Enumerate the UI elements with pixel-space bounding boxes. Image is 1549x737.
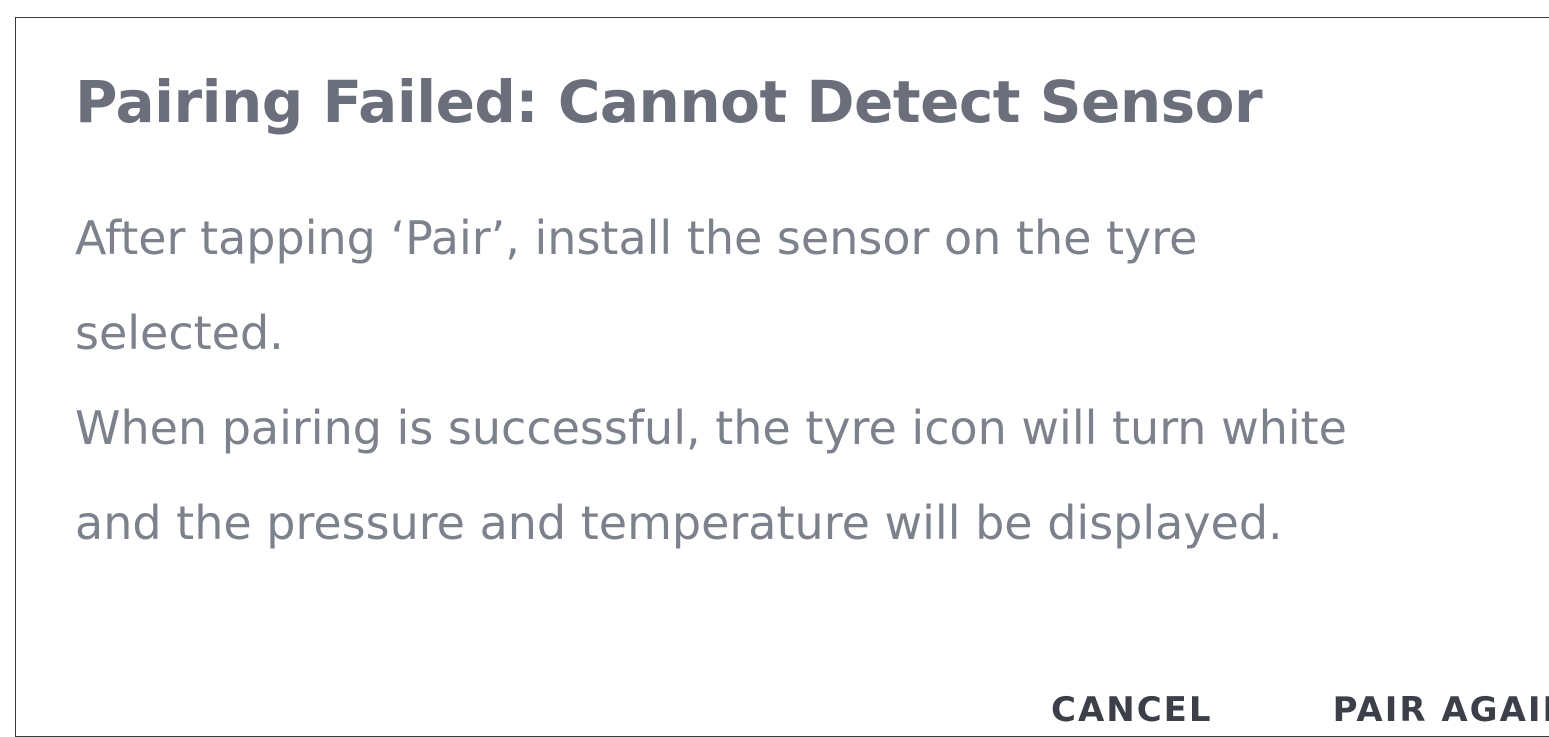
pairing-failed-dialog: Pairing Failed: Cannot Detect Sensor Aft…	[15, 17, 1549, 737]
dialog-message: After tapping ‘Pair’, install the sensor…	[75, 211, 1347, 550]
cancel-button[interactable]: CANCEL	[1051, 690, 1213, 730]
dialog-title: Pairing Failed: Cannot Detect Sensor	[75, 68, 1263, 136]
pair-again-button[interactable]: PAIR AGAIN	[1333, 690, 1549, 730]
dialog-actions: CANCEL PAIR AGAIN	[1051, 690, 1549, 730]
